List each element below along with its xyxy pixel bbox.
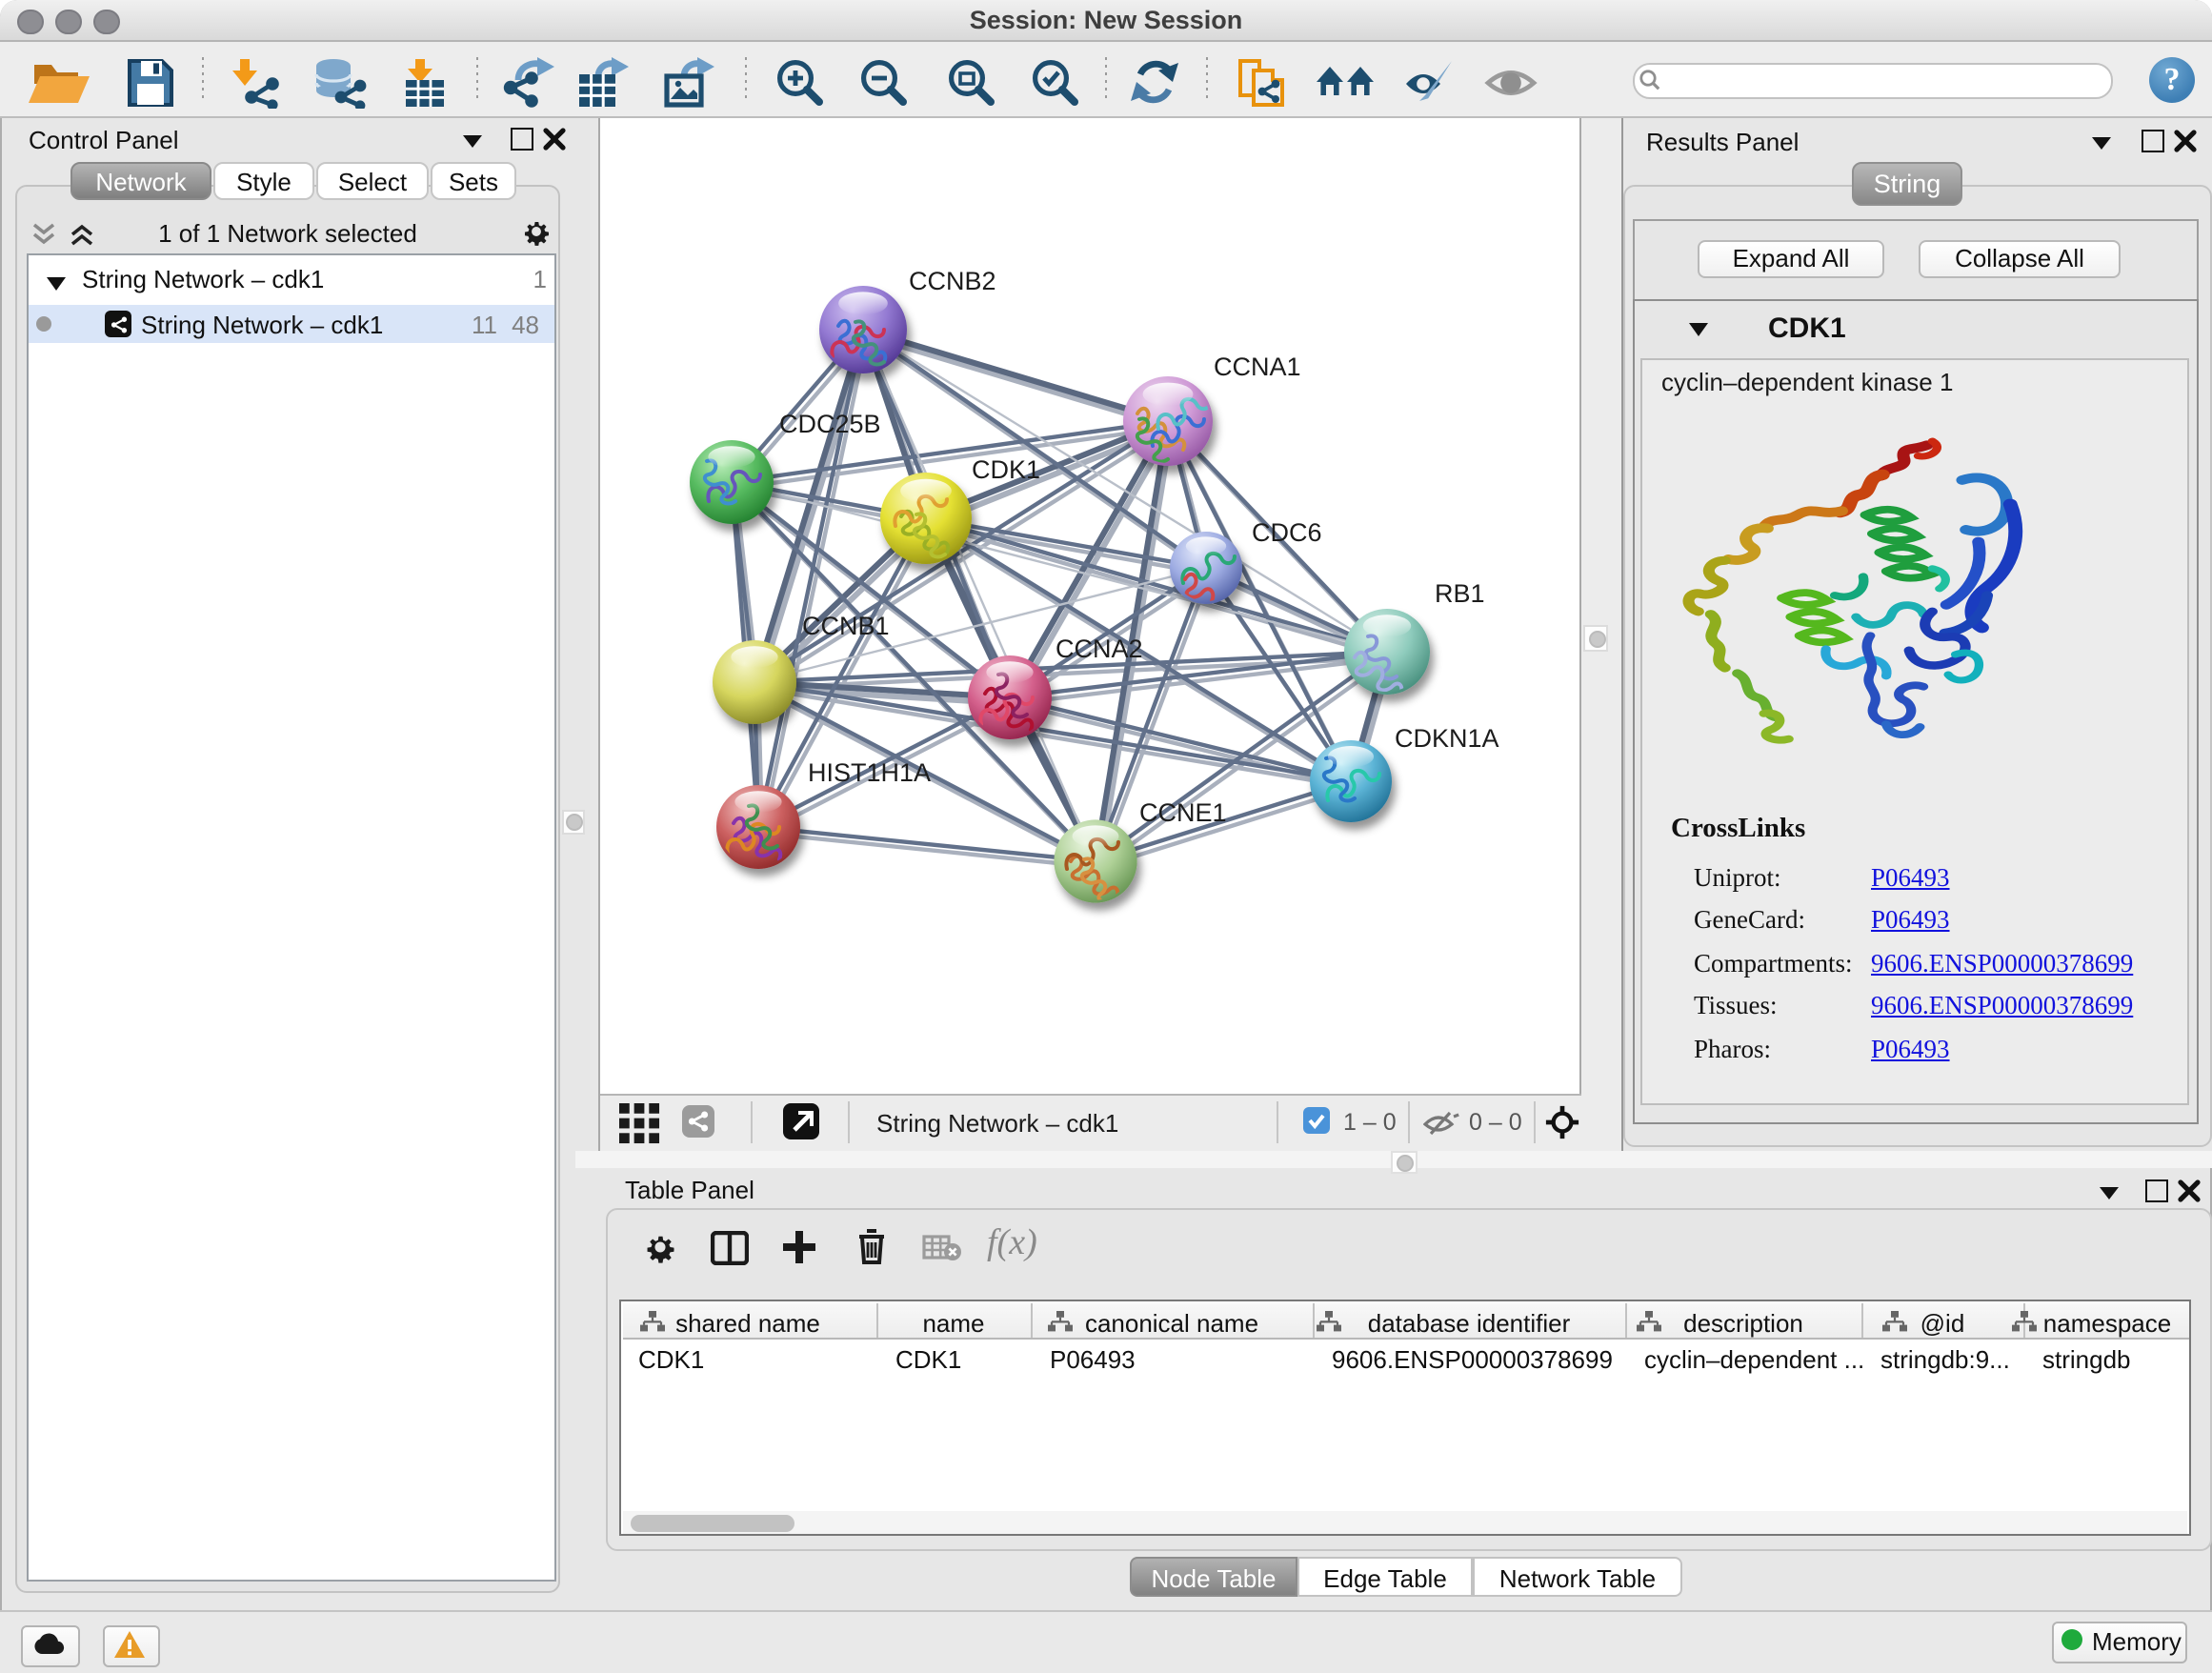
svg-text:CDK1: CDK1 (972, 455, 1040, 484)
svg-text:CCNB2: CCNB2 (909, 267, 996, 295)
svg-text:HIST1H1A: HIST1H1A (808, 758, 931, 787)
svg-text:CCNB1: CCNB1 (802, 612, 890, 640)
svg-text:CDC6: CDC6 (1252, 518, 1322, 547)
svg-text:CDC25B: CDC25B (779, 410, 881, 438)
svg-text:CCNE1: CCNE1 (1139, 798, 1227, 827)
svg-text:CCNA1: CCNA1 (1214, 353, 1301, 381)
svg-text:CDKN1A: CDKN1A (1395, 724, 1499, 753)
svg-text:RB1: RB1 (1435, 579, 1485, 608)
svg-text:CCNA2: CCNA2 (1056, 635, 1143, 663)
